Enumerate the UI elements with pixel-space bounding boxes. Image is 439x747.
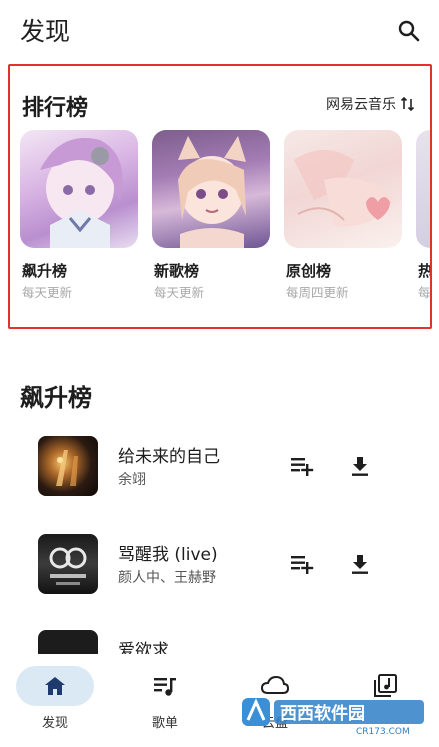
- swap-vert-icon: [400, 96, 415, 112]
- home-icon: [45, 677, 65, 695]
- nav-label: 发现: [41, 716, 68, 731]
- chart-cover-image: [152, 130, 270, 248]
- chart-card-name: 飙升榜: [22, 262, 68, 280]
- chart-card-soaring[interactable]: 飙升榜 每天更新: [20, 130, 138, 310]
- chart-card-name: 新歌榜: [154, 262, 200, 280]
- chart-card-update: 每周四更新: [286, 285, 349, 300]
- chart-card-name: 热: [418, 262, 432, 280]
- nav-item-playlists[interactable]: 歌单: [120, 654, 210, 747]
- chart-card-new[interactable]: 新歌榜 每天更新: [152, 130, 270, 310]
- page-title: 发现: [20, 17, 71, 46]
- playlist-add-icon: [291, 458, 314, 476]
- download-icon: [352, 555, 368, 574]
- chart-cover-image: [416, 130, 430, 248]
- song-artist: 颜人中、王赫野: [118, 570, 216, 586]
- svg-text:西西软件园: 西西软件园: [280, 703, 365, 724]
- download-icon: [352, 457, 368, 476]
- chart-card-original[interactable]: 原创榜 每周四更新: [284, 130, 402, 310]
- source-switch-button[interactable]: 网易云音乐: [326, 94, 416, 114]
- song-row[interactable]: 骂醒我 (live) 颜人中、王赫野: [0, 534, 439, 604]
- song-title: 给未来的自己: [118, 447, 220, 467]
- search-button[interactable]: [392, 14, 426, 48]
- nav-active-indicator: [16, 666, 94, 706]
- chart-cover-image: [284, 130, 402, 248]
- chart-card-hot[interactable]: 热 每: [416, 130, 432, 310]
- search-icon: [398, 20, 420, 42]
- playlist-add-icon: [291, 556, 314, 574]
- queue-music-icon: [154, 678, 176, 696]
- source-label: 网易云音乐: [326, 97, 396, 113]
- add-to-queue-button[interactable]: [286, 450, 318, 482]
- chart-card-update: 每天更新: [22, 285, 73, 300]
- song-row[interactable]: 给未来的自己 余翊: [0, 436, 439, 506]
- download-button[interactable]: [344, 548, 376, 580]
- song-cover-image: [38, 534, 98, 594]
- song-artist: 余翊: [118, 472, 146, 488]
- chart-cards-row: 飙升榜 每天更新 新歌榜 每天更新 原创榜 每周四更新 热 每: [20, 130, 432, 310]
- list-title: 飙升榜: [20, 384, 92, 412]
- song-cover-image: [38, 436, 98, 496]
- chart-card-update: 每天更新: [154, 285, 205, 300]
- download-button[interactable]: [344, 450, 376, 482]
- charts-title: 排行榜: [22, 96, 89, 121]
- app-header: 发现: [0, 0, 439, 60]
- watermark-logo: 西西软件园 CR173.COM: [236, 690, 436, 740]
- song-title: 骂醒我 (live): [118, 545, 218, 565]
- chart-card-update: 每: [418, 285, 431, 300]
- nav-label: 歌单: [151, 716, 178, 731]
- svg-text:CR173.COM: CR173.COM: [356, 727, 410, 737]
- add-to-queue-button[interactable]: [286, 548, 318, 580]
- charts-section: 排行榜 网易云音乐 飙升榜 每天更新 新歌榜 每天更新 原创榜 每周四更新 热 …: [8, 64, 432, 329]
- chart-card-name: 原创榜: [286, 262, 332, 280]
- nav-icon-wrap: [126, 666, 204, 706]
- chart-cover-image: [20, 130, 138, 248]
- nav-item-discover[interactable]: 发现: [10, 654, 100, 747]
